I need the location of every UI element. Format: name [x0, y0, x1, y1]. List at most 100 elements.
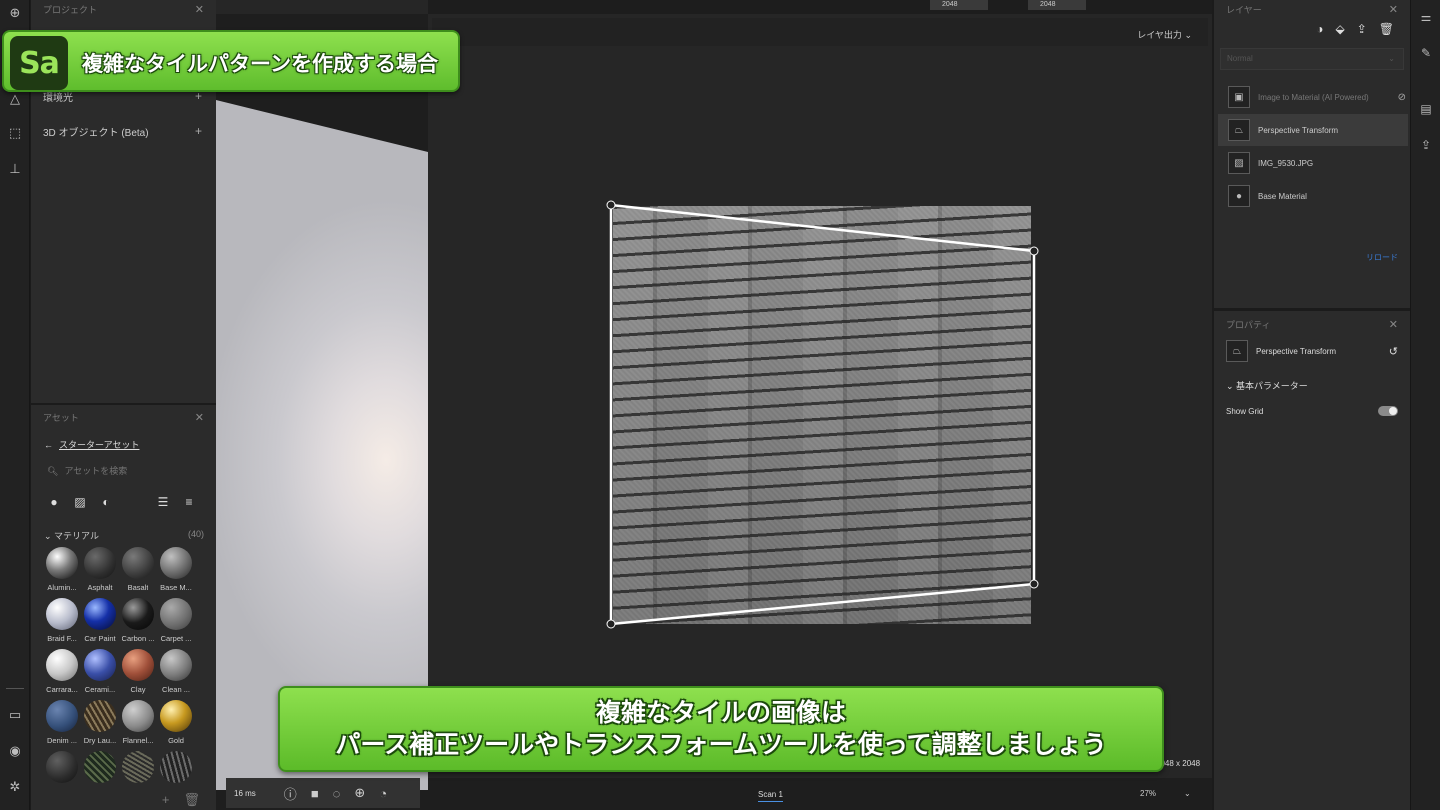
- viewport-2d-bottombar: Scan 1 27% ⌄: [428, 778, 1212, 810]
- list-view-icon[interactable]: ≡: [180, 494, 198, 510]
- crop-icon[interactable]: ⬚: [4, 122, 26, 144]
- layers-panel: レイヤー ✕ ◑ ⬙ ⇪ 🗑︎ Normal ⌄ ▣ Image to Mate…: [1214, 0, 1410, 308]
- material-tile[interactable]: Alumin...: [43, 545, 81, 596]
- adjust-icon[interactable]: ◑: [1316, 22, 1323, 36]
- material-name: Gold: [168, 736, 184, 745]
- project-row-3d-object[interactable]: 3D オブジェクト (Beta) +: [43, 124, 202, 139]
- material-tile[interactable]: Carrara...: [43, 647, 81, 698]
- material-preview-sphere: [84, 700, 116, 732]
- stamp-icon[interactable]: ⊥: [4, 158, 26, 180]
- height-field[interactable]: 2048: [1028, 0, 1086, 10]
- layer-output-label: レイヤ出力: [1137, 30, 1182, 40]
- material-tile[interactable]: Carbon ...: [119, 596, 157, 647]
- material-tile[interactable]: Carpet ...: [157, 596, 195, 647]
- close-icon[interactable]: ✕: [1389, 3, 1398, 16]
- handle-top-right[interactable]: [1029, 246, 1039, 256]
- material-tile[interactable]: Cerami...: [81, 647, 119, 698]
- show-grid-row: Show Grid: [1226, 406, 1398, 416]
- globe-icon[interactable]: ◉: [4, 740, 26, 762]
- material-preview-sphere: [160, 598, 192, 630]
- sliders-icon[interactable]: ⚌: [1417, 8, 1435, 26]
- banner-title: 複雑なタイルパターンを作成する場合: [82, 52, 438, 76]
- basic-params-label: ⌄ 基本パラメーター: [1226, 381, 1308, 391]
- layer-row-base-material[interactable]: ● Base Material: [1218, 180, 1408, 212]
- blend-mode-select[interactable]: Normal ⌄: [1220, 48, 1404, 70]
- properties-item-name: Perspective Transform: [1256, 346, 1337, 356]
- viewport-2d-topbar: [428, 0, 1212, 14]
- light-filter-icon[interactable]: ◐: [97, 494, 115, 510]
- layer-row-perspective-transform[interactable]: ⏢ Perspective Transform: [1218, 114, 1408, 146]
- layer-output-dropdown[interactable]: レイヤ出力 ⌄: [1137, 28, 1192, 41]
- add-icon[interactable]: +: [162, 792, 170, 808]
- starter-assets-back-link[interactable]: ← スターターアセット: [44, 438, 139, 451]
- perspective-icon: ⏢: [1226, 340, 1248, 362]
- material-preview-sphere: [46, 598, 78, 630]
- width-field[interactable]: 2048: [930, 0, 988, 10]
- tab-scan-1[interactable]: Scan 1: [758, 790, 783, 802]
- material-name: Cerami...: [84, 685, 116, 694]
- camera-icon[interactable]: ■: [311, 786, 319, 801]
- material-tile[interactable]: Car Paint: [81, 596, 119, 647]
- ruler-icon[interactable]: ✎: [1417, 44, 1435, 62]
- asset-search[interactable]: 🔍︎: [41, 461, 206, 481]
- plus-icon[interactable]: +: [195, 124, 202, 139]
- reset-icon[interactable]: ↺: [1389, 345, 1398, 358]
- material-tile[interactable]: [119, 749, 157, 800]
- material-preview-sphere: [46, 700, 78, 732]
- substance-logo: Sa: [10, 36, 68, 90]
- material-tile[interactable]: [81, 749, 119, 800]
- info-icon[interactable]: ⓘ: [284, 784, 297, 803]
- zoom-value: 27%: [1140, 789, 1157, 798]
- material-preview-sphere: [84, 598, 116, 630]
- sort-icon[interactable]: ☰: [154, 494, 172, 510]
- trash-icon[interactable]: 🗑︎: [183, 792, 200, 808]
- target-icon[interactable]: ⊕: [354, 785, 365, 801]
- fill-icon[interactable]: ⬙: [1335, 22, 1344, 36]
- add-icon[interactable]: ⊕: [4, 2, 26, 24]
- material-preview-sphere: [160, 751, 192, 783]
- reload-link[interactable]: リロード: [1366, 252, 1398, 263]
- zoom-control[interactable]: 27% ⌄: [1140, 789, 1191, 798]
- import-icon[interactable]: ⇪: [1357, 22, 1367, 36]
- material-tile[interactable]: Clean ...: [157, 647, 195, 698]
- material-filter-icon[interactable]: ●: [45, 494, 63, 510]
- material-preview-sphere: [160, 649, 192, 681]
- screen-icon[interactable]: ▭: [4, 704, 26, 726]
- show-grid-toggle[interactable]: [1378, 406, 1398, 416]
- material-tile[interactable]: Dry Lau...: [81, 698, 119, 749]
- material-tile[interactable]: Braid F...: [43, 596, 81, 647]
- basic-params-section[interactable]: ⌄ 基本パラメーター: [1226, 379, 1398, 392]
- material-tile[interactable]: [43, 749, 81, 800]
- layer-row-image-to-material[interactable]: ▣ Image to Material (AI Powered) ⊘: [1218, 81, 1408, 113]
- layer-row-image[interactable]: ▨ IMG_9530.JPG: [1218, 147, 1408, 179]
- material-tile[interactable]: Asphalt: [81, 545, 119, 596]
- close-icon[interactable]: ✕: [195, 3, 204, 16]
- image-filter-icon[interactable]: ▨: [71, 494, 89, 510]
- rotate-light-icon[interactable]: ◌: [333, 786, 341, 801]
- environment-icon[interactable]: ◔: [379, 786, 387, 801]
- layers-icon[interactable]: ▤: [1417, 100, 1435, 118]
- eye-hidden-icon[interactable]: ⊘: [1398, 92, 1406, 103]
- materials-section-header[interactable]: ⌄ マテリアル (40): [44, 529, 204, 542]
- material-tile[interactable]: Gold: [157, 698, 195, 749]
- export-icon[interactable]: ⇪: [1417, 136, 1435, 154]
- toolstrip-divider: [6, 688, 24, 689]
- handle-bottom-right[interactable]: [1029, 579, 1039, 589]
- material-tile[interactable]: Flannel...: [119, 698, 157, 749]
- material-tile[interactable]: Basalt: [119, 545, 157, 596]
- show-grid-label: Show Grid: [1226, 406, 1264, 416]
- trash-icon[interactable]: 🗑︎: [1379, 22, 1394, 36]
- asset-search-input[interactable]: [64, 466, 195, 476]
- material-tile[interactable]: Clay: [119, 647, 157, 698]
- material-name: Car Paint: [84, 634, 116, 643]
- material-tile[interactable]: Base M...: [157, 545, 195, 596]
- viewport-2d-subbar: [432, 18, 1208, 46]
- material-name: Base M...: [160, 583, 192, 592]
- sparkle-icon[interactable]: ✲: [4, 776, 26, 798]
- close-icon[interactable]: ✕: [195, 411, 204, 424]
- close-icon[interactable]: ✕: [1389, 318, 1398, 331]
- project-row-label: 3D オブジェクト (Beta): [43, 128, 149, 139]
- material-tile[interactable]: Denim ...: [43, 698, 81, 749]
- texture-canvas[interactable]: [613, 206, 1031, 624]
- material-preview-sphere: [122, 547, 154, 579]
